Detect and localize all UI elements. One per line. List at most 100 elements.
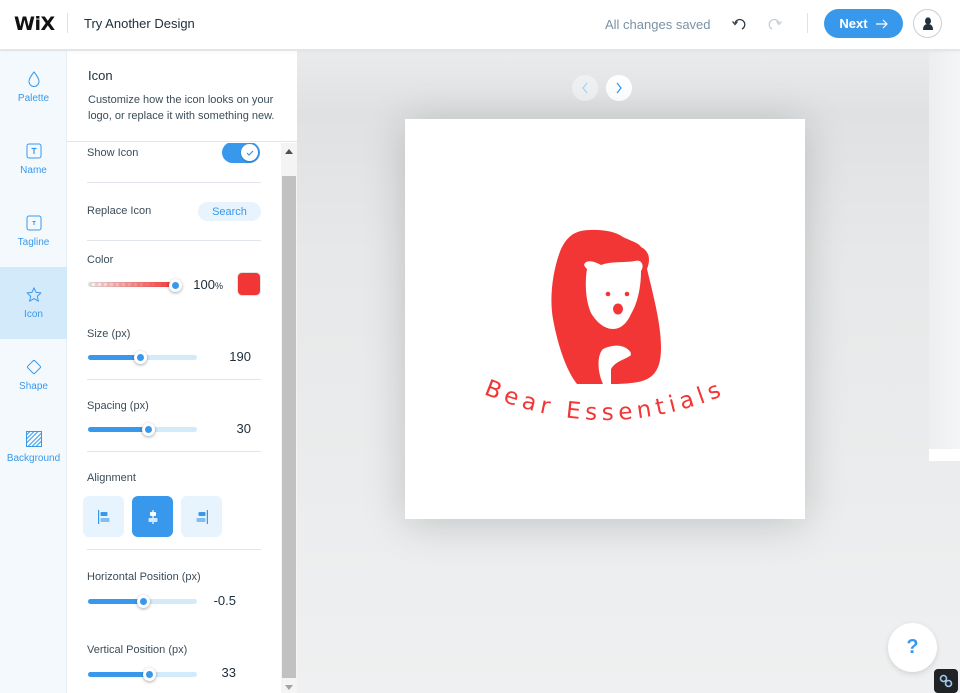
text-box-small-icon [26, 215, 41, 231]
sidebar-item-label: Tagline [17, 237, 50, 248]
divider [807, 13, 808, 33]
align-center-button[interactable] [132, 496, 173, 537]
checkmark-icon [246, 150, 253, 156]
logo-artwork: Bear Essentials [481, 229, 724, 426]
diamond-icon [26, 360, 41, 374]
sidebar-item-label: Shape [19, 381, 48, 392]
chevron-left-icon [582, 82, 588, 94]
sidebar-rail: Palette Name Tagline Icon Shape Backgrou… [0, 51, 67, 693]
avatar[interactable] [913, 9, 942, 38]
sidebar-item-label: Background [6, 453, 61, 464]
opacity-slider[interactable] [88, 279, 182, 292]
align-right-icon [196, 509, 208, 524]
divider [87, 451, 261, 452]
size-slider[interactable] [88, 351, 197, 364]
chevron-right-icon [616, 82, 622, 94]
scrollbar-thumb[interactable] [282, 176, 296, 678]
spacing-label: Spacing (px) [87, 400, 149, 412]
divider [87, 182, 261, 183]
redo-button[interactable] [765, 14, 785, 34]
save-status: All changes saved [605, 17, 711, 32]
panel-header: Icon Customize how the icon looks on you… [67, 51, 297, 142]
hatched-square-icon [25, 431, 42, 447]
panel-description: Customize how the icon looks on your log… [88, 94, 275, 122]
spacing-slider[interactable] [88, 423, 197, 436]
divider [87, 240, 261, 241]
show-icon-label: Show Icon [87, 147, 139, 159]
divider [67, 13, 68, 33]
horizontal-position-label: Horizontal Position (px) [87, 571, 201, 583]
scroll-down-icon[interactable] [285, 685, 293, 690]
panel-title: Icon [88, 68, 113, 83]
text-box-icon [26, 143, 41, 159]
sidebar-item-background[interactable]: Background [0, 411, 67, 483]
next-design-button[interactable] [606, 75, 632, 101]
logo-preview-card[interactable]: Bear Essentials [405, 119, 805, 519]
link-button[interactable] [934, 669, 958, 693]
next-design-preview[interactable] [929, 51, 960, 461]
color-label: Color [87, 254, 114, 266]
user-icon [922, 17, 933, 30]
slider-fill [88, 599, 143, 604]
undo-icon [732, 18, 746, 30]
color-swatch[interactable] [237, 272, 261, 296]
replace-icon-label: Replace Icon [87, 205, 152, 217]
sidebar-item-icon[interactable]: Icon [0, 267, 67, 339]
divider [87, 549, 261, 550]
horizontal-position-value: -0.5 [213, 593, 236, 608]
droplet-icon [27, 71, 40, 87]
slider-fill [88, 427, 148, 432]
sidebar-item-tagline[interactable]: Tagline [0, 195, 67, 267]
next-button[interactable]: Next [824, 9, 903, 38]
align-center-icon [148, 509, 157, 524]
sidebar-item-shape[interactable]: Shape [0, 339, 67, 411]
page-title: Try Another Design [84, 16, 195, 31]
align-right-button[interactable] [181, 496, 222, 537]
preview-stage: Bear Essentials ? [297, 51, 960, 693]
wix-logo[interactable]: WiX [14, 13, 55, 35]
icon-settings-panel: Icon Customize how the icon looks on you… [67, 51, 297, 693]
toggle-knob [241, 144, 258, 161]
help-button[interactable]: ? [888, 623, 937, 672]
vertical-position-slider[interactable] [88, 668, 197, 681]
top-bar: WiX Try Another Design All changes saved… [0, 0, 960, 50]
slider-handle[interactable] [141, 423, 155, 436]
alignment-label: Alignment [87, 472, 136, 484]
bear-icon [551, 229, 661, 384]
spacing-value: 30 [236, 421, 251, 436]
next-label: Next [839, 16, 868, 31]
sidebar-item-label: Name [20, 165, 47, 176]
search-icon-button[interactable]: Search [198, 202, 261, 221]
star-icon [26, 287, 41, 302]
slider-fill [89, 282, 175, 287]
panel-scrollbar[interactable] [281, 143, 297, 693]
slider-handle[interactable] [169, 279, 182, 292]
divider [87, 379, 261, 380]
align-left-icon [97, 509, 109, 524]
horizontal-position-slider[interactable] [88, 595, 197, 608]
opacity-unit: % [214, 281, 223, 291]
align-left-button[interactable] [83, 496, 124, 537]
redo-icon [768, 18, 782, 30]
show-icon-toggle[interactable] [222, 143, 260, 163]
opacity-number: 100 [193, 277, 215, 292]
slider-handle[interactable] [134, 351, 148, 364]
vertical-position-value: 33 [221, 665, 236, 680]
slider-handle[interactable] [136, 595, 150, 608]
slider-fill [88, 672, 150, 677]
sidebar-item-name[interactable]: Name [0, 123, 67, 195]
previous-design-button[interactable] [572, 75, 598, 101]
panel-scroll-area: Show Icon Replace Icon Search Color 100%… [67, 143, 281, 693]
size-value: 190 [229, 349, 251, 364]
link-icon [939, 674, 953, 688]
sidebar-item-label: Icon [24, 309, 43, 320]
preview-edge [929, 449, 960, 461]
undo-button[interactable] [729, 14, 749, 34]
sidebar-item-palette[interactable]: Palette [0, 51, 67, 123]
arrow-right-icon [875, 19, 888, 28]
slider-fill [88, 355, 141, 360]
opacity-value: 100% [193, 277, 223, 292]
vertical-position-label: Vertical Position (px) [87, 644, 188, 656]
slider-handle[interactable] [143, 668, 157, 681]
scroll-up-icon[interactable] [285, 149, 293, 154]
